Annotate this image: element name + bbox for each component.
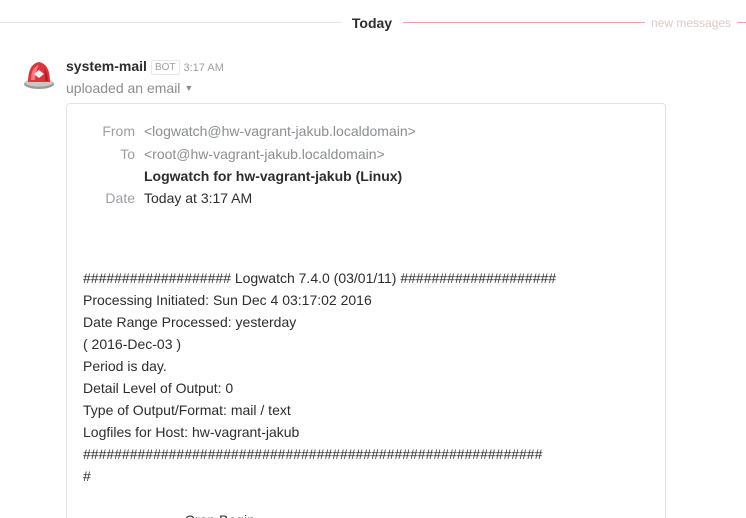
email-body-line: --------------------- Cron Begin -------…	[83, 509, 658, 518]
file-action-toggle[interactable]: uploaded an email ▼	[66, 80, 193, 96]
email-date: Today at 3:17 AM	[144, 190, 253, 206]
email-from-row: From <logwatch@hw-vagrant-jakub.localdom…	[67, 120, 665, 142]
sender-name[interactable]: system-mail	[66, 58, 147, 74]
email-body: ################### Logwatch 7.4.0 (03/0…	[83, 245, 658, 518]
to-address: <root@hw-vagrant-jakub.localdomain>	[144, 146, 385, 162]
email-body-line: ########################################…	[83, 446, 543, 462]
email-date-row: Date Today at 3:17 AM	[67, 187, 665, 209]
email-body-line: ( 2016-Dec-03 )	[83, 336, 182, 352]
email-body-line	[83, 487, 658, 509]
email-body-line	[83, 245, 658, 267]
email-body-line: Detail Level of Output: 0	[83, 380, 234, 396]
email-body-line: Period is day.	[83, 358, 167, 374]
new-messages-line	[403, 22, 645, 23]
email-to-row: To <root@hw-vagrant-jakub.localdomain>	[67, 143, 665, 165]
email-subject-row: Logwatch for hw-vagrant-jakub (Linux)	[67, 165, 665, 187]
to-label: To	[120, 146, 135, 162]
day-divider-label[interactable]: Today	[341, 12, 403, 34]
date-label: Date	[105, 190, 135, 206]
red-siren-icon	[22, 58, 56, 92]
caret-down-icon: ▼	[184, 83, 194, 93]
action-text: uploaded an email	[66, 80, 181, 96]
from-address: <logwatch@hw-vagrant-jakub.localdomain>	[144, 123, 416, 139]
message-timestamp[interactable]: 3:17 AM	[184, 62, 224, 74]
email-body-line: Date Range Processed: yesterday	[83, 314, 297, 330]
email-body-line: Logfiles for Host: hw-vagrant-jakub	[83, 424, 300, 440]
email-body-line: ################### Logwatch 7.4.0 (03/0…	[83, 270, 557, 286]
email-subject: Logwatch for hw-vagrant-jakub (Linux)	[144, 168, 403, 184]
day-divider: Today new messages	[0, 12, 746, 34]
email-preview-card[interactable]: From <logwatch@hw-vagrant-jakub.localdom…	[66, 103, 666, 518]
message-pane: Today new messages system-mail BOT 3:17 AM…	[0, 0, 746, 518]
email-body-line: Processing Initiated: Sun Dec 4 03:17:02…	[83, 292, 372, 308]
avatar[interactable]	[22, 58, 56, 92]
message-header: system-mail BOT 3:17 AM	[66, 58, 224, 78]
new-messages-label: new messages	[645, 12, 746, 34]
bot-badge: BOT	[150, 60, 180, 75]
email-body-line: #	[83, 468, 91, 484]
divider-line	[0, 22, 341, 23]
email-body-line: Type of Output/Format: mail / text	[83, 402, 291, 418]
from-label: From	[102, 123, 135, 139]
